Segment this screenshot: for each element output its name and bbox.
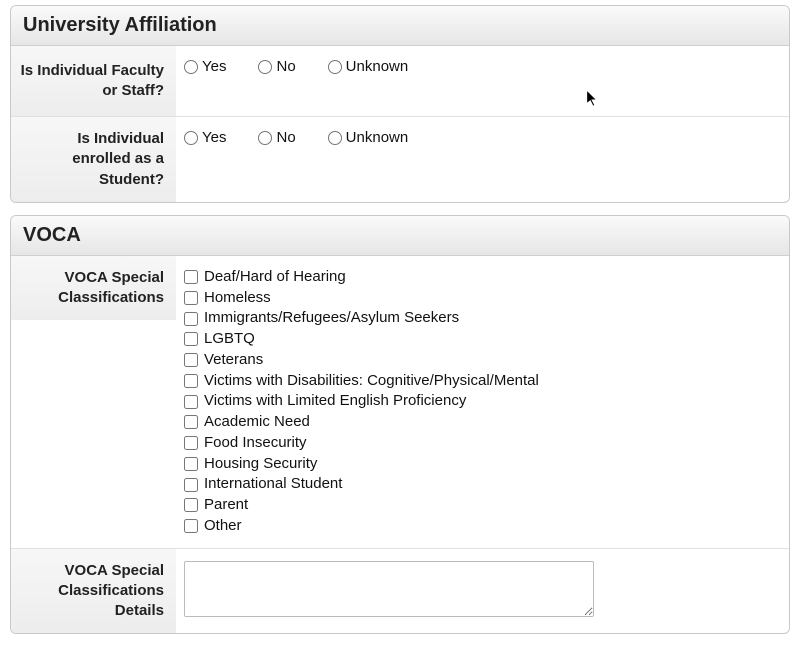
student-unknown-radio[interactable] [328,131,342,145]
voca-checkbox-10[interactable] [184,478,198,492]
voca-checkbox-5[interactable] [184,374,198,388]
voca-checkbox-item: Deaf/Hard of Hearing [184,268,539,287]
faculty-staff-no-radio[interactable] [258,60,272,74]
faculty-staff-no: No [258,58,295,75]
student-no: No [258,129,295,146]
voca-checkbox-label: Veterans [204,351,263,370]
voca-checkbox-0[interactable] [184,270,198,284]
voca-classifications-label: VOCA Special Classifications [11,256,176,321]
faculty-staff-unknown-label: Unknown [346,58,409,75]
voca-checkbox-8[interactable] [184,436,198,450]
voca-checkbox-label: Housing Security [204,455,317,474]
faculty-staff-value: Yes No Unknown [176,46,789,87]
faculty-staff-no-label: No [276,58,295,75]
voca-checkbox-item: Immigrants/Refugees/Asylum Seekers [184,309,539,328]
voca-checkbox-list: Deaf/Hard of Hearing HomelessImmigrants/R… [184,268,539,536]
student-yes: Yes [184,129,226,146]
faculty-staff-unknown-radio[interactable] [328,60,342,74]
voca-checkbox-7[interactable] [184,415,198,429]
student-yes-label: Yes [202,129,226,146]
voca-checkbox-item: Academic Need [184,413,539,432]
voca-checkbox-item: Housing Security [184,455,539,474]
voca-checkbox-label: Homeless [204,289,271,308]
voca-checkbox-item: Food Insecurity [184,434,539,453]
student-unknown-label: Unknown [346,129,409,146]
student-row: Is Individual enrolled as a Student? Yes… [11,117,789,202]
voca-checkbox-label: Victims with Limited English Proficiency [204,392,466,411]
voca-checkbox-label: LGBTQ [204,330,255,349]
voca-checkbox-label: Immigrants/Refugees/Asylum Seekers [204,309,459,328]
faculty-staff-yes-radio[interactable] [184,60,198,74]
voca-checkbox-item: Victims with Disabilities: Cognitive/Phy… [184,372,539,391]
voca-checkbox-3[interactable] [184,332,198,346]
voca-checkbox-label: Deaf/Hard of Hearing [204,268,346,287]
voca-details-row: VOCA Special Classifications Details [11,549,789,634]
faculty-staff-yes: Yes [184,58,226,75]
student-radio-group: Yes No Unknown [184,129,408,146]
voca-checkbox-6[interactable] [184,395,198,409]
voca-checkbox-2[interactable] [184,312,198,326]
voca-checkbox-item: Homeless [184,289,539,308]
voca-checkbox-label: Other [204,517,242,536]
voca-classifications-value: Deaf/Hard of Hearing HomelessImmigrants/R… [176,256,789,548]
university-affiliation-title: University Affiliation [11,6,789,46]
university-affiliation-panel: University Affiliation Is Individual Fac… [10,5,790,203]
voca-checkbox-label: Victims with Disabilities: Cognitive/Phy… [204,372,539,391]
voca-checkbox-12[interactable] [184,519,198,533]
faculty-staff-label: Is Individual Faculty or Staff? [11,46,176,116]
voca-checkbox-item: Victims with Limited English Proficiency [184,392,539,411]
voca-checkbox-1[interactable] [184,291,198,305]
voca-details-label: VOCA Special Classifications Details [11,549,176,634]
student-unknown: Unknown [328,129,409,146]
student-no-radio[interactable] [258,131,272,145]
voca-title: VOCA [11,216,789,256]
faculty-staff-radio-group: Yes No Unknown [184,58,408,75]
voca-panel: VOCA VOCA Special Classifications Deaf/H… [10,215,790,635]
voca-checkbox-label: Parent [204,496,248,515]
voca-checkbox-4[interactable] [184,353,198,367]
voca-checkbox-label: International Student [204,475,342,494]
voca-checkbox-item: International Student [184,475,539,494]
student-no-label: No [276,129,295,146]
voca-checkbox-11[interactable] [184,498,198,512]
voca-checkbox-label: Academic Need [204,413,310,432]
voca-classifications-row: VOCA Special Classifications Deaf/Hard o… [11,256,789,549]
voca-checkbox-item: Parent [184,496,539,515]
voca-checkbox-9[interactable] [184,457,198,471]
faculty-staff-row: Is Individual Faculty or Staff? Yes No U… [11,46,789,117]
voca-checkbox-item: Other [184,517,539,536]
voca-checkbox-item: LGBTQ [184,330,539,349]
voca-details-textarea[interactable] [184,561,594,617]
faculty-staff-yes-label: Yes [202,58,226,75]
student-label: Is Individual enrolled as a Student? [11,117,176,202]
voca-checkbox-label: Food Insecurity [204,434,307,453]
student-value: Yes No Unknown [176,117,789,158]
student-yes-radio[interactable] [184,131,198,145]
faculty-staff-unknown: Unknown [328,58,409,75]
voca-checkbox-item: Veterans [184,351,539,370]
